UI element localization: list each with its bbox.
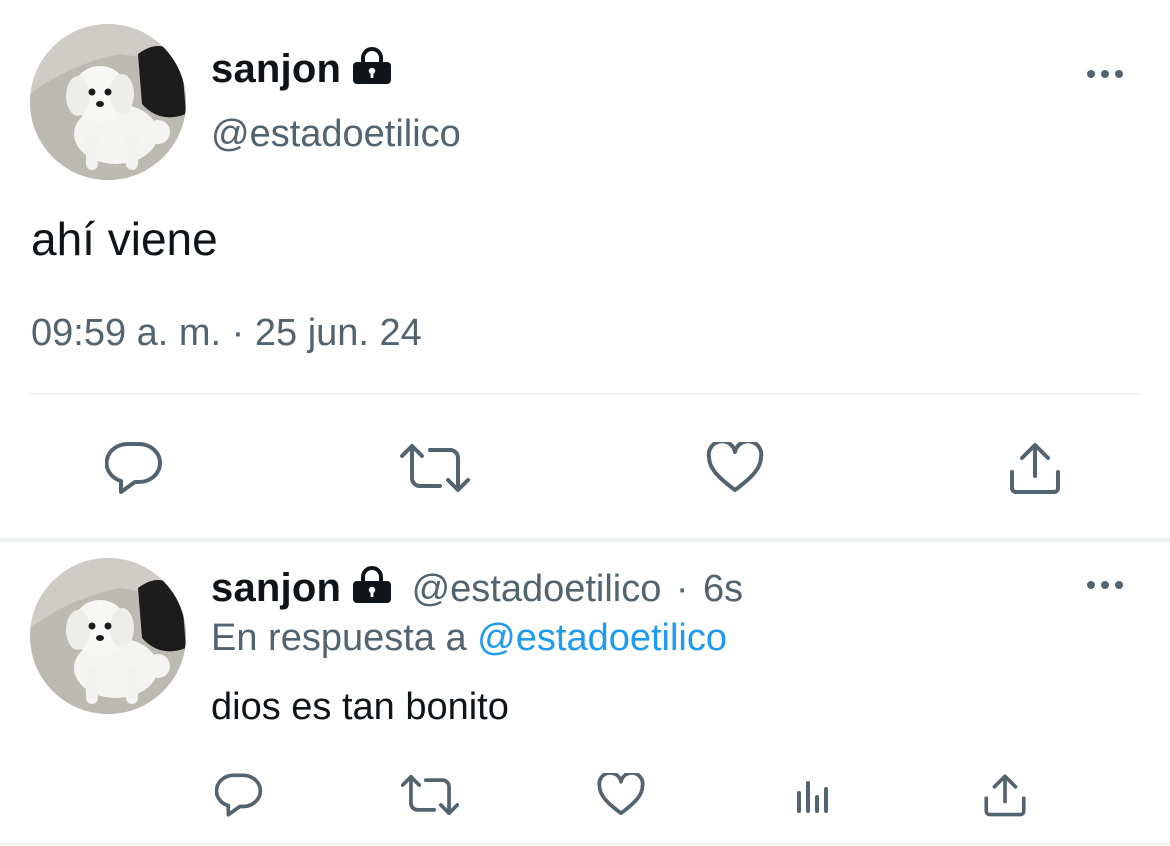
handle[interactable]: @estadoetilico bbox=[211, 112, 461, 156]
tweet-age[interactable]: 6s bbox=[703, 568, 743, 610]
lock-icon bbox=[351, 566, 393, 622]
reply-author-row: sanjon @estadoetilico · 6s bbox=[211, 566, 743, 622]
reply-button[interactable] bbox=[104, 438, 164, 498]
reply-button[interactable] bbox=[214, 770, 264, 820]
retweet-button[interactable] bbox=[400, 438, 470, 498]
more-horizontal-icon[interactable] bbox=[1087, 68, 1127, 80]
more-horizontal-icon[interactable] bbox=[1087, 579, 1127, 591]
reply-to-link[interactable]: @estadoetilico bbox=[477, 617, 727, 659]
retweet-icon bbox=[400, 444, 470, 492]
tweet-text: ahí viene bbox=[31, 213, 218, 265]
meta-separator: · bbox=[675, 568, 689, 610]
tweet-timestamp[interactable]: 09:59 a. m. · 25 jun. 24 bbox=[31, 310, 422, 356]
display-name[interactable]: sanjon bbox=[211, 47, 341, 91]
avatar[interactable] bbox=[30, 24, 186, 180]
reply-icon bbox=[215, 773, 263, 817]
divider bbox=[30, 393, 1140, 395]
handle[interactable]: @estadoetilico bbox=[412, 568, 662, 610]
views-icon bbox=[797, 781, 828, 813]
reply-icon bbox=[105, 441, 162, 494]
retweet-button[interactable] bbox=[400, 770, 460, 820]
author-row: sanjon bbox=[211, 46, 393, 104]
avatar-dog-image bbox=[30, 24, 186, 180]
views-button[interactable] bbox=[790, 772, 836, 818]
heart-icon bbox=[706, 442, 764, 492]
share-icon bbox=[1010, 443, 1060, 494]
like-button[interactable] bbox=[705, 438, 765, 498]
display-name[interactable]: sanjon bbox=[211, 566, 341, 610]
share-button[interactable] bbox=[1005, 438, 1065, 498]
section-divider bbox=[0, 538, 1170, 542]
avatar[interactable] bbox=[30, 558, 186, 714]
share-button[interactable] bbox=[980, 770, 1030, 820]
reply-context: En respuesta a @estadoetilico bbox=[211, 616, 727, 660]
like-button[interactable] bbox=[596, 770, 646, 820]
lock-icon bbox=[351, 47, 393, 104]
bottom-divider bbox=[0, 843, 1170, 845]
reply-tweet-text: dios es tan bonito bbox=[211, 686, 509, 728]
retweet-icon bbox=[401, 774, 459, 816]
avatar-dog-image bbox=[30, 558, 186, 714]
share-icon bbox=[984, 774, 1026, 817]
reply-context-label: En respuesta a bbox=[211, 617, 467, 659]
heart-icon bbox=[597, 773, 645, 816]
